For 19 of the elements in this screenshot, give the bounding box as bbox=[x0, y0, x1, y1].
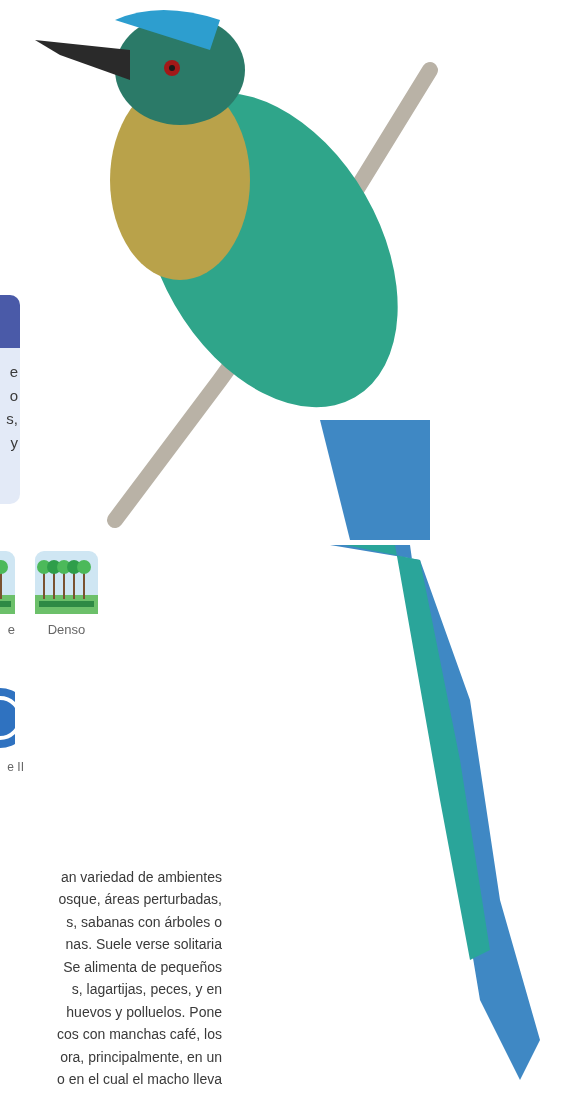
habitat-label: Denso bbox=[47, 621, 86, 639]
card-text: s, bbox=[6, 409, 18, 429]
description-text: huevos y polluelos. Pone bbox=[66, 1002, 222, 1022]
habitat-label: e bbox=[7, 621, 15, 639]
description-text: s, sabanas con árboles o bbox=[66, 912, 222, 932]
description-text: osque, áreas perturbadas, bbox=[58, 890, 222, 909]
description-text: an variedad de ambientes bbox=[60, 867, 222, 887]
card-text: o bbox=[9, 385, 18, 406]
description-text: nas. Suele verse solitaria bbox=[65, 935, 222, 954]
description-text: s, lagartijas, peces, y en bbox=[71, 980, 222, 999]
description-text: ora, principalmente, en un bbox=[60, 1047, 222, 1067]
description-text: o en el cual el macho lleva bbox=[57, 1070, 222, 1089]
description-text: cos con manchas café, los bbox=[57, 1025, 222, 1044]
description-text: Se alimenta de pequeños bbox=[63, 957, 222, 977]
card-text: e bbox=[9, 362, 18, 382]
card-text: y bbox=[10, 432, 18, 453]
card-header bbox=[0, 295, 20, 348]
forest-icon bbox=[35, 551, 98, 614]
status-label: e II bbox=[7, 758, 24, 776]
